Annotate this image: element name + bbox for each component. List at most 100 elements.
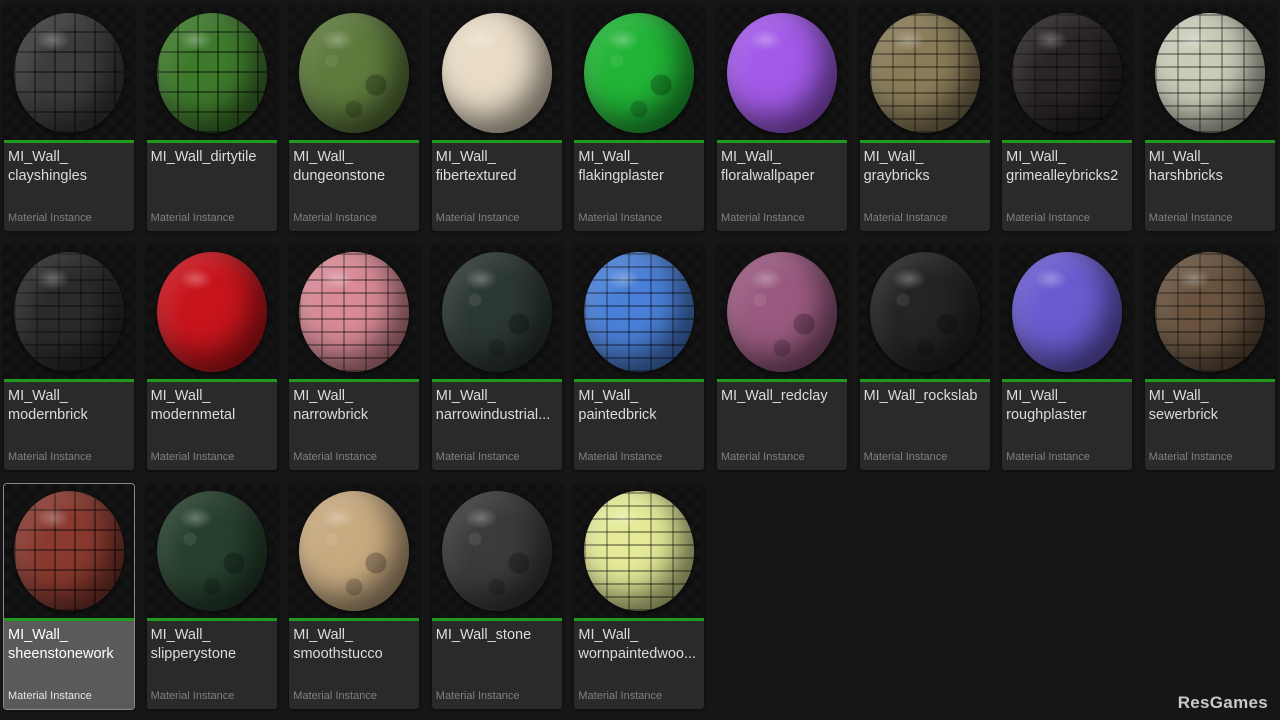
asset-thumbnail bbox=[574, 245, 705, 379]
asset-thumbnail bbox=[146, 245, 277, 379]
asset-grid: MI_Wall_ clayshingles Material Instance MI… bbox=[3, 6, 1275, 710]
asset-thumbnail bbox=[574, 6, 705, 140]
asset-tile[interactable]: MI_Wall_dirtytile Material Instance bbox=[146, 6, 277, 231]
asset-name: MI_Wall_ dungeonstone bbox=[293, 149, 386, 184]
material-sphere-icon bbox=[441, 491, 552, 611]
material-sphere-icon bbox=[869, 252, 980, 372]
asset-tile[interactable]: MI_Wall_ grimealleybricks2 Material Insta… bbox=[1002, 6, 1133, 231]
asset-type-label: Material Instance bbox=[8, 690, 92, 702]
material-sphere-icon bbox=[1012, 252, 1123, 372]
asset-name: MI_Wall_redclay bbox=[720, 388, 828, 404]
asset-thumbnail bbox=[4, 6, 134, 140]
asset-tile[interactable]: MI_Wall_ paintedbrick Material Instance bbox=[574, 245, 705, 470]
content-browser: MI_Wall_ clayshingles Material Instance MI… bbox=[0, 0, 1280, 720]
material-sphere-icon bbox=[441, 13, 552, 133]
material-sphere-icon bbox=[869, 13, 980, 133]
asset-type-label: Material Instance bbox=[1148, 212, 1233, 224]
asset-name: MI_Wall_dirtytile bbox=[150, 149, 257, 165]
material-sphere-icon bbox=[156, 13, 267, 133]
material-sphere-icon bbox=[584, 252, 695, 372]
asset-thumbnail bbox=[574, 484, 705, 618]
asset-name: MI_Wall_ modernbrick bbox=[8, 388, 88, 423]
asset-thumbnail bbox=[289, 484, 420, 618]
material-sphere-icon bbox=[14, 491, 124, 611]
asset-name: MI_Wall_ paintedbrick bbox=[578, 388, 657, 423]
asset-type-label: Material Instance bbox=[293, 451, 377, 463]
asset-name: MI_Wall_ modernmetal bbox=[150, 388, 236, 423]
asset-tile[interactable]: MI_Wall_ wornpaintedwoo... Material Insta… bbox=[574, 484, 705, 709]
asset-tile[interactable]: MI_Wall_ modernbrick Material Instance bbox=[4, 245, 134, 470]
material-sphere-icon bbox=[156, 252, 267, 372]
asset-type-label: Material Instance bbox=[720, 451, 805, 463]
asset-name: MI_Wall_ clayshingles bbox=[8, 149, 87, 184]
asset-type-label: Material Instance bbox=[435, 451, 520, 463]
asset-type-label: Material Instance bbox=[293, 690, 377, 702]
asset-type-label: Material Instance bbox=[863, 451, 948, 463]
asset-thumbnail bbox=[431, 484, 562, 618]
asset-tile[interactable]: MI_Wall_ floralwallpaper Material Instanc… bbox=[716, 6, 847, 231]
asset-type-label: Material Instance bbox=[1006, 451, 1090, 463]
asset-tile[interactable]: MI_Wall_ fibertextured Material Instance bbox=[431, 6, 562, 231]
asset-tile[interactable]: MI_Wall_ flakingplaster Material Instance bbox=[574, 6, 705, 231]
asset-thumbnail bbox=[716, 245, 847, 379]
material-sphere-icon bbox=[1012, 13, 1123, 133]
asset-tile[interactable]: MI_Wall_ narrowbrick Material Instance bbox=[289, 245, 420, 470]
material-sphere-icon bbox=[299, 13, 410, 133]
asset-tile[interactable]: MI_Wall_ narrowindustrial... Material Ins… bbox=[431, 245, 562, 470]
material-sphere-icon bbox=[1154, 13, 1265, 133]
material-sphere-icon bbox=[441, 252, 552, 372]
material-sphere-icon bbox=[14, 13, 124, 133]
asset-name: MI_Wall_stone bbox=[435, 627, 532, 643]
asset-tile[interactable]: MI_Wall_redclay Material Instance bbox=[716, 245, 847, 470]
asset-tile[interactable]: MI_Wall_stone Material Instance bbox=[431, 484, 562, 709]
asset-type-label: Material Instance bbox=[293, 212, 377, 224]
asset-type-label: Material Instance bbox=[150, 451, 235, 463]
asset-thumbnail bbox=[1144, 245, 1275, 379]
material-sphere-icon bbox=[584, 491, 695, 611]
asset-thumbnail bbox=[1144, 6, 1275, 140]
asset-name: MI_Wall_ sewerbrick bbox=[1148, 388, 1219, 423]
asset-tile[interactable]: MI_Wall_ sheenstonework Material Instance bbox=[3, 483, 135, 710]
asset-type-label: Material Instance bbox=[1006, 212, 1090, 224]
asset-tile[interactable]: MI_Wall_ slipperystone Material Instance bbox=[146, 484, 277, 709]
asset-thumbnail bbox=[1002, 6, 1133, 140]
material-sphere-icon bbox=[584, 13, 695, 133]
asset-tile[interactable]: MI_Wall_ dungeonstone Material Instance bbox=[289, 6, 420, 231]
asset-tile[interactable]: MI_Wall_ graybricks Material Instance bbox=[859, 6, 990, 231]
asset-name: MI_Wall_ flakingplaster bbox=[578, 149, 664, 184]
asset-thumbnail bbox=[289, 245, 420, 379]
asset-name: MI_Wall_rockslab bbox=[863, 388, 978, 404]
asset-tile[interactable]: MI_Wall_ harshbricks Material Instance bbox=[1144, 6, 1275, 231]
asset-tile[interactable]: MI_Wall_ clayshingles Material Instance bbox=[4, 6, 134, 231]
asset-name: MI_Wall_ narrowindustrial... bbox=[435, 388, 551, 423]
material-sphere-icon bbox=[726, 252, 837, 372]
asset-type-label: Material Instance bbox=[1148, 451, 1233, 463]
asset-type-label: Material Instance bbox=[150, 690, 235, 702]
material-sphere-icon bbox=[1154, 252, 1265, 372]
asset-type-label: Material Instance bbox=[863, 212, 948, 224]
asset-tile[interactable]: MI_Wall_ modernmetal Material Instance bbox=[146, 245, 277, 470]
asset-tile[interactable]: MI_Wall_rockslab Material Instance bbox=[859, 245, 990, 470]
asset-thumbnail bbox=[4, 484, 134, 618]
asset-name: MI_Wall_ fibertextured bbox=[435, 149, 517, 184]
asset-type-label: Material Instance bbox=[435, 690, 520, 702]
material-sphere-icon bbox=[299, 252, 410, 372]
asset-thumbnail bbox=[4, 245, 134, 379]
material-sphere-icon bbox=[299, 491, 410, 611]
asset-name: MI_Wall_ smoothstucco bbox=[293, 627, 383, 662]
asset-name: MI_Wall_ graybricks bbox=[863, 149, 930, 184]
asset-tile[interactable]: MI_Wall_ sewerbrick Material Instance bbox=[1144, 245, 1275, 470]
asset-name: MI_Wall_ floralwallpaper bbox=[720, 149, 815, 184]
asset-thumbnail bbox=[859, 6, 990, 140]
asset-tile[interactable]: MI_Wall_ roughplaster Material Instance bbox=[1002, 245, 1133, 470]
asset-thumbnail bbox=[146, 6, 277, 140]
asset-name: MI_Wall_ grimealleybricks2 bbox=[1006, 149, 1119, 184]
asset-thumbnail bbox=[716, 6, 847, 140]
asset-type-label: Material Instance bbox=[578, 212, 663, 224]
watermark: ResGames bbox=[1177, 693, 1268, 712]
asset-type-label: Material Instance bbox=[578, 690, 663, 702]
asset-tile[interactable]: MI_Wall_ smoothstucco Material Instance bbox=[289, 484, 420, 709]
asset-type-label: Material Instance bbox=[150, 212, 235, 224]
asset-thumbnail bbox=[146, 484, 277, 618]
asset-thumbnail bbox=[431, 245, 562, 379]
